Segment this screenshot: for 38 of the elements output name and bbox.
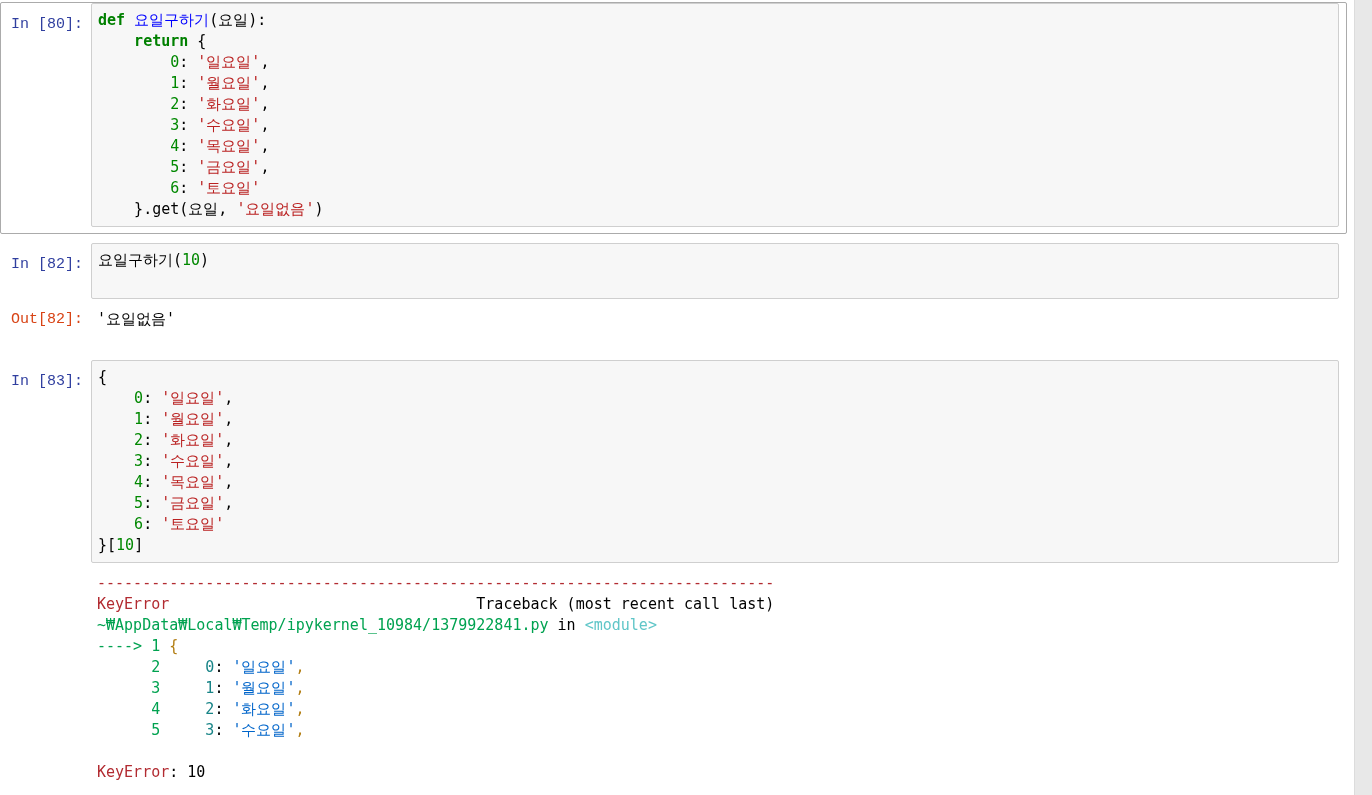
code-input-area[interactable]: 요일구하기(10) (91, 243, 1339, 299)
code-line: 0: '일요일', (169, 52, 271, 73)
code-input-area[interactable]: { 0: '일요일', 1: '월요일', 2: '화요일', 3: '수요일', 4: '목요일', 5: '금요일', 6: '토요일' }[10] (91, 360, 1339, 563)
code-line: 요일구하기(10) (98, 250, 211, 271)
traceback-line: --------------------------------------------------------------------------- (97, 573, 776, 594)
code-line: 2: '화요일', (133, 430, 235, 451)
output-text: '요일없음' (97, 309, 177, 330)
code-line: { (98, 367, 109, 388)
code-line: 5: '금요일', (169, 157, 271, 178)
traceback-line: KeyError Traceback (most recent call last) (97, 594, 776, 615)
code-line: return { (133, 31, 208, 52)
traceback-line: ----> 1 { (97, 636, 180, 657)
code-line: 2: '화요일', (169, 94, 271, 115)
code-line: 1: '월요일', (133, 409, 235, 430)
output-prompt: Out[82]: (10, 310, 84, 330)
code-line: 6: '토요일' (169, 178, 262, 199)
code-line: 3: '수요일', (169, 115, 271, 136)
code-line: }.get(요일, '요일없음') (133, 199, 325, 220)
code-line: def 요일구하기(요일): (98, 10, 268, 31)
code-line: 1: '월요일', (169, 73, 271, 94)
traceback-line: 3 1: '월요일', (150, 678, 306, 699)
code-line: }[10] (98, 535, 145, 556)
code-line: 3: '수요일', (133, 451, 235, 472)
traceback-line: 2 0: '일요일', (150, 657, 306, 678)
traceback-line: 5 3: '수요일', (150, 720, 306, 741)
input-prompt: In [83]: (10, 372, 84, 392)
traceback-line: KeyError: 10 (97, 762, 207, 783)
code-line: 5: '금요일', (133, 493, 235, 514)
traceback-line: ~₩AppData₩Local₩Temp/ipykernel_10984/1379922841.py in <module> (97, 615, 658, 636)
code-line: 4: '목요일', (133, 472, 235, 493)
traceback-line: 4 2: '화요일', (150, 699, 306, 720)
input-prompt: In [82]: (10, 255, 84, 275)
code-line: 4: '목요일', (169, 136, 271, 157)
input-prompt: In [80]: (10, 15, 84, 35)
code-line: 6: '토요일' (133, 514, 226, 535)
scrollbar[interactable] (1354, 0, 1372, 795)
code-input-area[interactable]: def 요일구하기(요일): return { 0: '일요일', 1: '월요일', 2: '화요일', 3: '수요일', 4: '목요일', 5: '금요일', 6: '토요일' }.get(요일, '요일없음') (91, 3, 1339, 227)
code-line: 0: '일요일', (133, 388, 235, 409)
